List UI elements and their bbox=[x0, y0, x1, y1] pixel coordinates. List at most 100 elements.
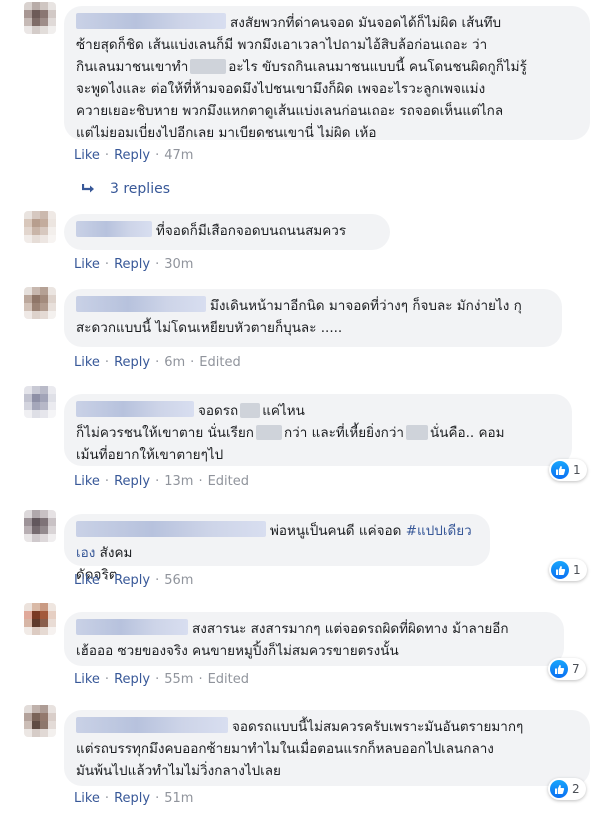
censored-word bbox=[240, 403, 261, 418]
avatar[interactable] bbox=[24, 2, 56, 34]
comment-actions: Like · Reply · 55m · Edited bbox=[74, 672, 249, 687]
reply-link[interactable]: Reply bbox=[114, 355, 150, 370]
like-link[interactable]: Like bbox=[74, 474, 100, 489]
thumbs-up-icon bbox=[551, 561, 569, 579]
reply-link[interactable]: Reply bbox=[114, 257, 150, 272]
separator: · bbox=[155, 573, 160, 588]
reaction-count[interactable]: 1 bbox=[549, 459, 587, 481]
separator: · bbox=[104, 474, 110, 489]
separator: · bbox=[155, 474, 160, 489]
separator: · bbox=[155, 148, 160, 163]
comment-text: แต่ไม่ยอมเบี่ยงไปอีกเลย มาเบียดชนเขานี่ … bbox=[76, 125, 377, 141]
separator: · bbox=[104, 672, 110, 687]
comment-text: พ่อหนูเป็นคนดี แค่จอด bbox=[270, 523, 402, 539]
reaction-total: 1 bbox=[573, 563, 581, 577]
avatar[interactable] bbox=[24, 510, 56, 542]
comment-actions: Like · Reply · 30m bbox=[74, 257, 193, 272]
commenter-name-blurred[interactable] bbox=[76, 521, 266, 537]
comment-text: มึงเดินหน้ามาอีกนิด มาจอดที่ว่างๆ ก็จบละ… bbox=[210, 298, 522, 314]
commenter-name-blurred[interactable] bbox=[76, 717, 228, 733]
reply-link[interactable]: Reply bbox=[114, 672, 150, 687]
thumbs-up-icon bbox=[550, 780, 568, 798]
censored-word bbox=[190, 59, 227, 74]
view-replies-link[interactable]: 3 replies bbox=[82, 181, 170, 197]
commenter-name-blurred[interactable] bbox=[76, 401, 194, 417]
like-link[interactable]: Like bbox=[74, 257, 100, 272]
comment-actions: Like · Reply · 56m bbox=[74, 573, 193, 588]
comment-text: สงสัยพวกที่ด่าคนจอด มันจอดได้ก็ไม่ผิด เส… bbox=[230, 15, 502, 31]
comment-text: ซ้ายสุดก็ชิด เส้นแบ่งเลนก็มี พวกมึงเอาเว… bbox=[76, 37, 488, 53]
comment-text: แค่ไหน bbox=[262, 403, 305, 419]
like-link[interactable]: Like bbox=[74, 573, 100, 588]
separator: · bbox=[155, 257, 160, 272]
comment-text: นั่นคือ.. คอม bbox=[430, 425, 505, 441]
like-link[interactable]: Like bbox=[74, 791, 100, 806]
separator: · bbox=[104, 573, 110, 588]
reply-link[interactable]: Reply bbox=[114, 573, 150, 588]
comment-text: กว่า และที่เหี้ยยิ่งกว่า bbox=[284, 425, 405, 441]
comment-text: กินเลนมาชนเขาทำ bbox=[76, 59, 189, 75]
separator: · bbox=[155, 355, 160, 370]
timestamp[interactable]: 30m bbox=[164, 257, 193, 272]
reply-link[interactable]: Reply bbox=[114, 791, 150, 806]
like-link[interactable]: Like bbox=[74, 355, 100, 370]
avatar[interactable] bbox=[24, 705, 56, 737]
timestamp[interactable]: 55m bbox=[164, 672, 193, 687]
comment-text: ก็ไม่ควรชนให้เขาตาย นั่นเรียก bbox=[76, 425, 254, 441]
reaction-count[interactable]: 2 bbox=[548, 778, 586, 800]
edited-label[interactable]: Edited bbox=[208, 672, 249, 687]
timestamp[interactable]: 56m bbox=[164, 573, 193, 588]
avatar[interactable] bbox=[24, 603, 56, 635]
reply-arrow-icon bbox=[82, 184, 94, 193]
reaction-total: 1 bbox=[573, 463, 581, 477]
comment-text: มันพ้นไปแล้วทำไมไม่วิ่งกลางไปเลย bbox=[76, 763, 281, 779]
timestamp[interactable]: 6m bbox=[164, 355, 185, 370]
censored-word bbox=[406, 425, 429, 440]
reaction-count[interactable]: 1 bbox=[549, 559, 587, 581]
thumbs-up-icon bbox=[551, 461, 569, 479]
reaction-count[interactable]: 7 bbox=[548, 658, 586, 680]
comment-text: สะดวกแบบนี้ ไม่โดนเหยียบหัวตายก็บุนละ ..… bbox=[76, 320, 343, 336]
comment-text: สังคม bbox=[99, 545, 133, 561]
commenter-name-blurred[interactable] bbox=[76, 221, 152, 237]
reaction-total: 7 bbox=[572, 662, 580, 676]
reply-link[interactable]: Reply bbox=[114, 474, 150, 489]
separator: · bbox=[104, 791, 110, 806]
comment-text: จะพูดไงและ ต่อให้ที่ห้ามจอดมึงไปชนเขามึง… bbox=[76, 81, 486, 97]
comment-bubble: ที่จอดก็มีเสือกจอดบนถนนสมควร bbox=[64, 214, 390, 250]
reaction-total: 2 bbox=[572, 782, 580, 796]
timestamp[interactable]: 51m bbox=[164, 791, 193, 806]
like-link[interactable]: Like bbox=[74, 672, 100, 687]
avatar[interactable] bbox=[24, 386, 56, 418]
avatar[interactable] bbox=[24, 211, 56, 243]
avatar[interactable] bbox=[24, 287, 56, 319]
edited-label[interactable]: Edited bbox=[208, 474, 249, 489]
comment-text: เม้นที่อยากให้เขาตายๆไป bbox=[76, 447, 224, 463]
comment-bubble: จอดรถแบบนี้ไม่สมควรครับเพราะมันอันตรายมา… bbox=[64, 710, 590, 786]
comment-bubble: พ่อหนูเป็นคนดี แค่จอด #แปปเดียวเอง สังคม… bbox=[64, 514, 490, 583]
separator: · bbox=[104, 257, 110, 272]
timestamp[interactable]: 47m bbox=[164, 148, 193, 163]
thumbs-up-icon bbox=[550, 660, 568, 678]
comment-bubble: สงสัยพวกที่ด่าคนจอด มันจอดได้ก็ไม่ผิด เส… bbox=[64, 6, 590, 141]
edited-label[interactable]: Edited bbox=[199, 355, 240, 370]
commenter-name-blurred[interactable] bbox=[76, 13, 226, 29]
reply-link[interactable]: Reply bbox=[114, 148, 150, 163]
timestamp[interactable]: 13m bbox=[164, 474, 193, 489]
comment-actions: Like · Reply · 47m bbox=[74, 148, 193, 163]
separator: · bbox=[155, 672, 160, 687]
comment-text: แต่รถบรรทุกมึงคบออกซ้ายมาทำไมในเมื่อตอนแ… bbox=[76, 741, 494, 757]
comment-bubble: มึงเดินหน้ามาอีกนิด มาจอดที่ว่างๆ ก็จบละ… bbox=[64, 289, 562, 347]
separator: · bbox=[198, 672, 203, 687]
comment-text: อะไร ขับรถกินเลนมาชนแบบนี้ คนโดนชนผิดกูก… bbox=[228, 59, 527, 75]
censored-word bbox=[256, 425, 282, 440]
like-link[interactable]: Like bbox=[74, 148, 100, 163]
separator: · bbox=[190, 355, 195, 370]
comment-text: สงสารนะ สงสารมากๆ แต่จอดรถผิดที่ผิดทาง ม… bbox=[192, 621, 509, 637]
comment-text: เฮ้อออ ซวยของจริง คนขายหมูปิ้งก็ไม่สมควร… bbox=[76, 643, 399, 659]
replies-count: 3 replies bbox=[110, 181, 170, 197]
comment-text: ที่จอดก็มีเสือกจอดบนถนนสมควร bbox=[156, 223, 347, 239]
commenter-name-blurred[interactable] bbox=[76, 296, 206, 312]
comment-actions: Like · Reply · 6m · Edited bbox=[74, 355, 241, 370]
commenter-name-blurred[interactable] bbox=[76, 619, 188, 635]
